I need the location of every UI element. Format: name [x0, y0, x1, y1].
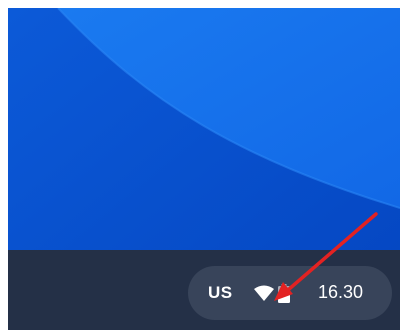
clock-time[interactable]: 16.30 — [318, 282, 363, 303]
chromeos-screen: US 16.30 — [0, 0, 400, 330]
wifi-icon — [254, 285, 274, 301]
ime-label[interactable]: US — [208, 283, 233, 303]
status-tray[interactable]: US 16.30 — [188, 266, 392, 320]
battery-icon — [278, 284, 290, 303]
